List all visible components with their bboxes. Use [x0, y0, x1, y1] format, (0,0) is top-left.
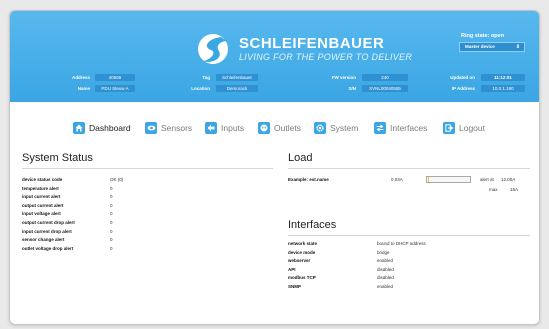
load-title: Load — [288, 152, 313, 164]
logout-icon — [443, 122, 455, 134]
alert-value: 12.00A — [501, 177, 516, 182]
nav-inputs-label: Inputs — [221, 123, 245, 133]
status-row-value: 0 — [110, 237, 113, 243]
status-row-value: 0 — [110, 194, 113, 200]
status-row-label: input current drop alert — [22, 228, 72, 234]
load-bar-fill — [427, 177, 430, 182]
plug-in-icon — [205, 122, 217, 134]
status-row-value: 0 — [110, 228, 113, 234]
name-label: Name — [77, 86, 90, 91]
tag-value: Schleifenbauer — [216, 74, 258, 81]
status-row-value: 0 — [110, 185, 113, 191]
status-row-label: temperature alert — [22, 185, 59, 191]
fw-version-value: 240 — [362, 74, 408, 81]
status-row-label: output current drop alert — [22, 220, 75, 225]
max-value: 16A — [510, 187, 519, 192]
status-row-value: OK (0) — [110, 177, 124, 182]
nav-dashboard[interactable]: Dashboard — [73, 120, 131, 136]
load-divider — [288, 168, 530, 169]
interface-row-value: enabled — [377, 284, 394, 289]
interface-row-value: enabled — [377, 258, 394, 264]
brand-logo[interactable]: SCHLEIFENBAUER LIVING FOR THE POWER TO D… — [197, 33, 412, 65]
updated-label: Updated on — [450, 75, 475, 80]
status-row-label: sensor change alert — [22, 237, 65, 243]
ring-status-text: Ring state: open — [461, 33, 505, 39]
status-row-label: outlet voltage drop alert — [22, 245, 74, 251]
status-row-label: device status code — [22, 177, 63, 182]
interface-row-value: bridge — [377, 249, 390, 255]
nav-system[interactable]: System — [314, 120, 358, 136]
location-label: Location — [191, 86, 210, 91]
interface-row-label: SNMP — [288, 284, 302, 289]
load-current: 0.03A — [391, 177, 403, 182]
interface-row-value: bound to DHCP address — [377, 241, 426, 246]
nav-sensors[interactable]: Sensors — [145, 120, 192, 136]
fw-version-label: FW version — [331, 75, 356, 80]
select-arrows-icon: ⇕ — [515, 44, 520, 50]
interface-row-label: device mode — [288, 249, 316, 255]
app-window: SCHLEIFENBAUER LIVING FOR THE POWER TO D… — [9, 10, 540, 325]
load-bar — [426, 176, 471, 183]
gear-icon — [314, 122, 326, 134]
alert-label: alert at — [480, 177, 494, 182]
arrows-icon — [374, 122, 386, 134]
brand-tagline: LIVING FOR THE POWER TO DELIVER — [239, 52, 413, 62]
interface-row-value: disabled — [377, 275, 394, 281]
outlet-icon — [258, 122, 270, 134]
updated-value: 11:12:01 — [481, 74, 525, 81]
brand-name: SCHLEIFENBAUER — [239, 35, 385, 52]
nav-system-label: System — [330, 123, 359, 133]
ip-address-value: 10.0.1.190 — [481, 85, 525, 92]
status-row-value: 0 — [110, 245, 113, 251]
device-select[interactable]: Master device ⇕ — [459, 42, 525, 52]
serial-number-label: S/N — [348, 86, 356, 91]
interface-row-label: webserver — [288, 258, 311, 264]
tag-label: Tag — [202, 75, 210, 80]
nav-interfaces-label: Interfaces — [390, 123, 428, 133]
ring-state: Ring state: open Master device ⇕ — [459, 33, 531, 52]
main-nav: Dashboard Sensors Inputs Outlets System — [10, 120, 539, 138]
status-row-value: 0 — [110, 202, 113, 208]
device-select-value: Master device — [465, 44, 495, 49]
serial-number-value: SVNL00040555 — [362, 85, 408, 92]
schleifenbauer-logo-icon — [198, 34, 228, 64]
eye-icon — [145, 122, 157, 134]
home-icon — [73, 122, 85, 134]
address-label: Address — [71, 75, 90, 80]
system-status-divider — [22, 168, 273, 169]
status-row-label: output current alert — [22, 202, 64, 208]
status-row-label: input voltage alert — [22, 211, 61, 217]
nav-outlets[interactable]: Outlets — [258, 120, 301, 136]
interfaces-title: Interfaces — [288, 219, 337, 231]
nav-interfaces[interactable]: Interfaces — [374, 120, 427, 136]
address-value: 40555 — [95, 74, 135, 81]
name-value: PDU Steuw A — [95, 85, 135, 92]
system-status-title: System Status — [22, 152, 93, 164]
load-label: Example: ext.name — [288, 177, 329, 182]
nav-dashboard-label: Dashboard — [89, 123, 131, 133]
interface-row-value: disabled — [377, 266, 394, 272]
ip-address-label: IP Address — [451, 86, 475, 91]
header-bar: SCHLEIFENBAUER LIVING FOR THE POWER TO D… — [10, 11, 539, 102]
status-row-value: 0 — [110, 220, 113, 225]
nav-sensors-label: Sensors — [161, 123, 193, 133]
nav-logout[interactable]: Logout — [443, 120, 485, 136]
nav-logout-label: Logout — [459, 123, 485, 133]
interface-row-label: API — [288, 266, 296, 272]
nav-outlets-label: Outlets — [274, 123, 301, 133]
interfaces-divider — [288, 235, 530, 236]
nav-inputs[interactable]: Inputs — [205, 120, 244, 136]
location-value: Demorack — [216, 85, 258, 92]
interface-row-label: modbus TCP — [288, 275, 316, 281]
status-row-value: 0 — [110, 211, 113, 217]
interface-row-label: network state — [288, 241, 318, 246]
max-label: max — [489, 187, 498, 192]
status-row-label: input current alert — [22, 194, 61, 200]
